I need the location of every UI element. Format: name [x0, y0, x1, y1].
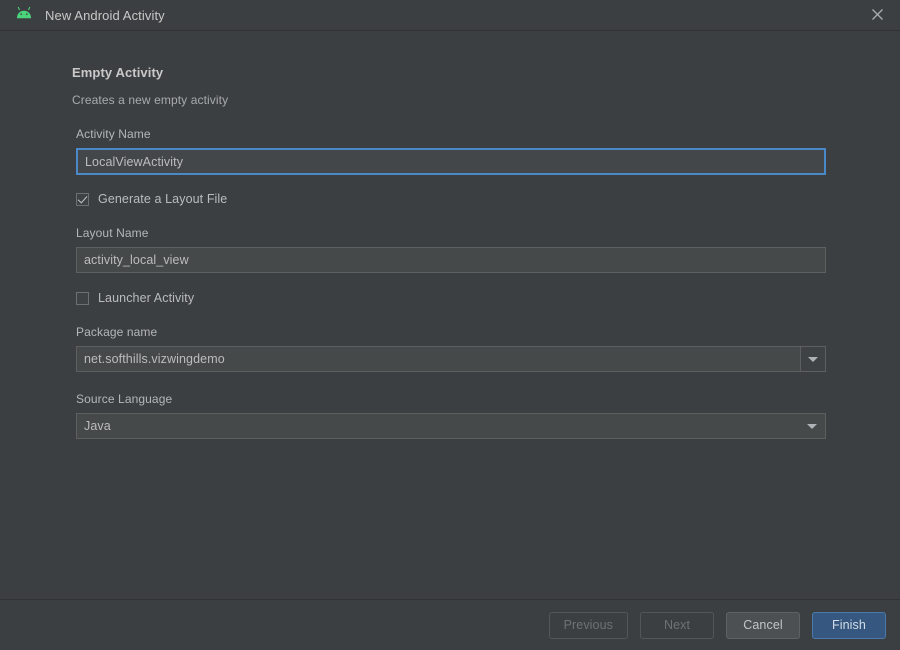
dialog-body: Empty Activity Creates a new empty activ…: [0, 31, 900, 599]
previous-button[interactable]: Previous: [549, 612, 628, 639]
source-language-label: Source Language: [76, 392, 826, 406]
activity-name-field-group: Activity Name: [76, 127, 826, 175]
layout-name-field-group: Layout Name: [76, 226, 826, 273]
launcher-activity-label: Launcher Activity: [98, 291, 194, 305]
generate-layout-checkbox[interactable]: [76, 193, 89, 206]
source-language-combobox[interactable]: Java: [76, 413, 826, 439]
cancel-button[interactable]: Cancel: [726, 612, 800, 639]
next-button[interactable]: Next: [640, 612, 714, 639]
layout-name-input[interactable]: [76, 247, 826, 273]
android-robot-icon: [14, 5, 34, 25]
generate-layout-label: Generate a Layout File: [98, 192, 227, 206]
form-content: Empty Activity Creates a new empty activ…: [72, 65, 840, 107]
activity-name-input[interactable]: [76, 148, 826, 175]
source-language-value: Java: [84, 419, 111, 433]
dialog-titlebar: New Android Activity: [0, 0, 900, 31]
package-name-field-group: Package name: [76, 325, 826, 372]
source-language-field-group: Source Language Java: [76, 392, 826, 439]
page-subtitle: Creates a new empty activity: [72, 93, 840, 107]
package-name-input[interactable]: [77, 347, 800, 371]
package-name-label: Package name: [76, 325, 826, 339]
generate-layout-checkbox-row[interactable]: Generate a Layout File: [76, 192, 227, 206]
source-language-chevron-down-icon[interactable]: [807, 424, 817, 429]
launcher-activity-checkbox-row[interactable]: Launcher Activity: [76, 291, 194, 305]
package-name-combobox[interactable]: [76, 346, 826, 372]
new-android-activity-dialog: New Android Activity Empty Activity Crea…: [0, 0, 900, 650]
dialog-title: New Android Activity: [45, 8, 165, 23]
launcher-activity-checkbox[interactable]: [76, 292, 89, 305]
activity-name-label: Activity Name: [76, 127, 826, 141]
finish-button[interactable]: Finish: [812, 612, 886, 639]
dialog-footer: Previous Next Cancel Finish: [0, 599, 900, 650]
close-icon[interactable]: [854, 0, 900, 29]
page-title: Empty Activity: [72, 65, 840, 80]
layout-name-label: Layout Name: [76, 226, 826, 240]
package-name-chevron-down-icon[interactable]: [800, 347, 825, 371]
